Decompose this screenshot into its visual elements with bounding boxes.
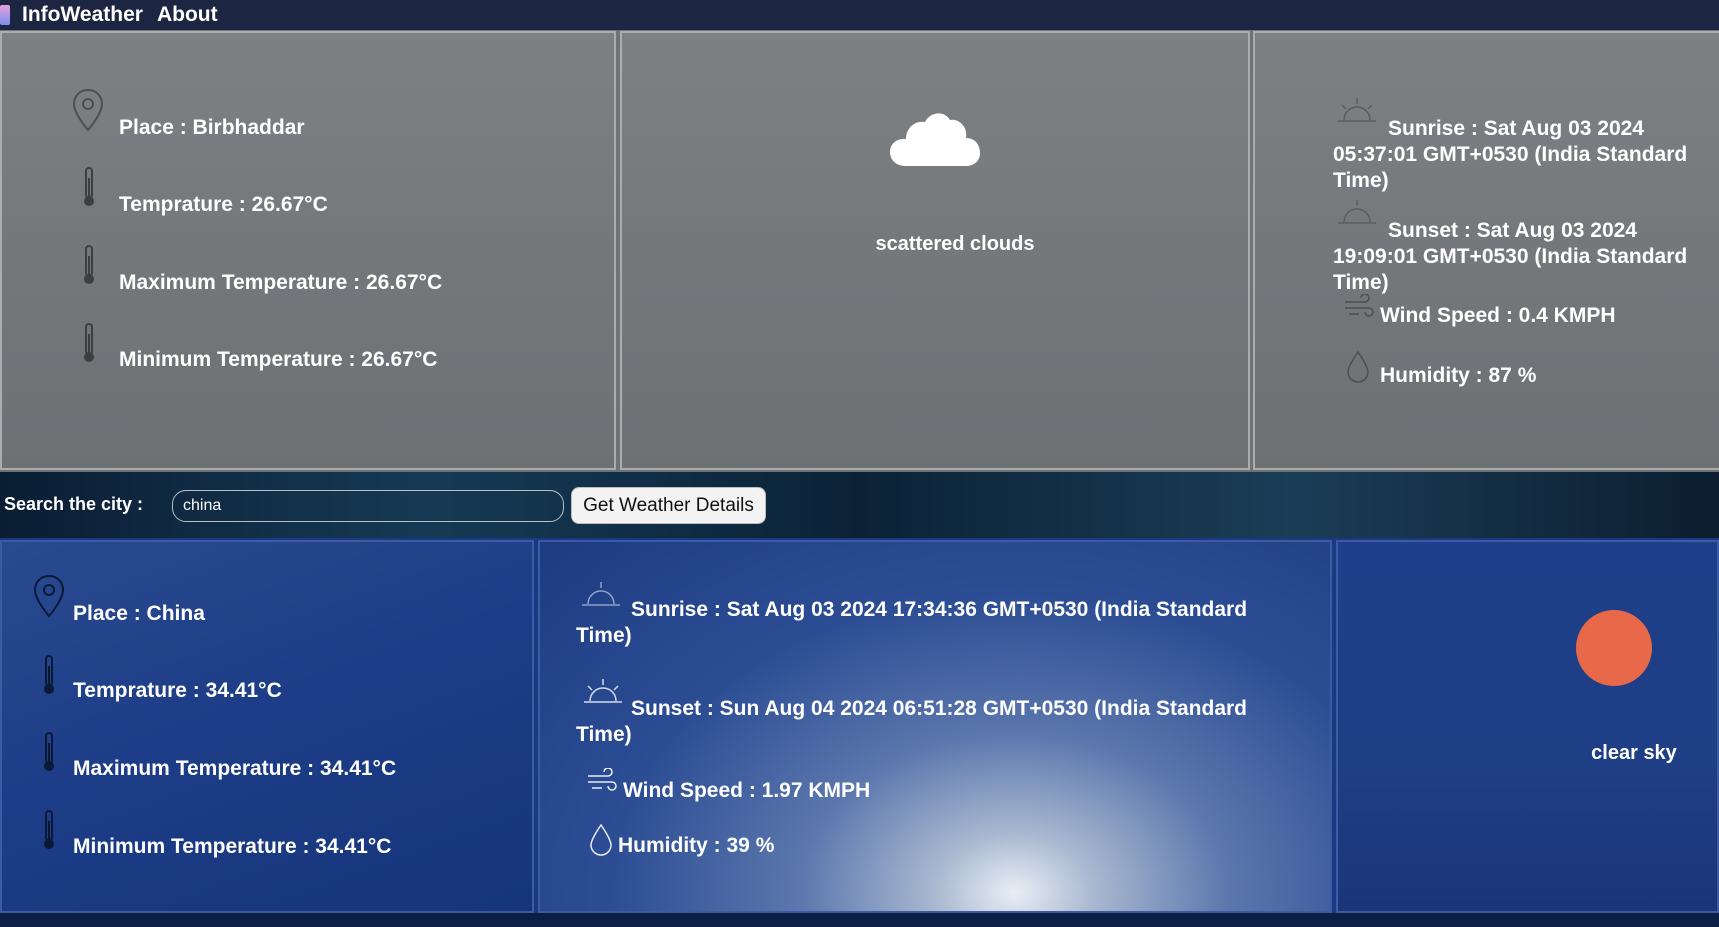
thermometer-icon: [84, 167, 94, 206]
current-sunrise: Sunrise : Sat Aug 03 2024 05:37:01 GMT+0…: [1333, 117, 1688, 192]
cloud-icon: [890, 113, 980, 166]
current-condition: scattered clouds: [875, 233, 1035, 255]
current-max-temperature: Maximum Temperature : 26.67°C: [119, 271, 443, 294]
result-sunrise: Sunrise : Sat Aug 03 2024 17:34:36 GMT+0…: [576, 598, 1248, 647]
current-temperature: Temprature : 26.67°C: [119, 193, 328, 216]
thermometer-icon: [44, 655, 54, 694]
location-pin-icon: [33, 574, 65, 618]
result-min-temperature: Minimum Temperature : 34.41°C: [73, 835, 392, 858]
result-wind: Wind Speed : 1.97 KMPH: [623, 779, 871, 802]
current-sunset: Sunset : Sat Aug 03 2024 19:09:01 GMT+05…: [1333, 219, 1688, 294]
result-condition: clear sky: [1591, 742, 1677, 764]
bottom-border: [0, 913, 1719, 927]
wind-icon: [588, 768, 617, 791]
result-condition-card: [1336, 540, 1719, 913]
result-humidity: Humidity : 39 %: [618, 834, 775, 857]
search-label: Search the city :: [4, 494, 144, 514]
current-place: Place : Birbhaddar: [119, 116, 305, 139]
wind-icon: [1345, 294, 1374, 317]
about-link[interactable]: About: [157, 3, 218, 27]
thermometer-icon: [44, 732, 54, 771]
location-pin-icon: [72, 88, 104, 132]
thermometer-icon: [84, 323, 94, 362]
city-search-input[interactable]: [172, 490, 564, 522]
brand-link[interactable]: InfoWeather: [22, 3, 143, 27]
current-wind: Wind Speed : 0.4 KMPH: [1380, 304, 1616, 327]
result-sunset: Sunset : Sun Aug 04 2024 06:51:28 GMT+05…: [576, 697, 1248, 746]
result-place: Place : China: [73, 602, 205, 625]
current-humidity: Humidity : 87 %: [1380, 364, 1537, 387]
droplet-icon: [1347, 350, 1369, 383]
result-max-temperature: Maximum Temperature : 34.41°C: [73, 757, 397, 780]
sun-icon: [1576, 610, 1652, 686]
current-min-temperature: Minimum Temperature : 26.67°C: [119, 348, 438, 371]
droplet-icon: [590, 823, 612, 856]
navbar: InfoWeather About: [0, 0, 1719, 30]
get-weather-button[interactable]: Get Weather Details: [571, 487, 766, 524]
thermometer-icon: [84, 245, 94, 284]
app-logo-icon: [0, 5, 10, 25]
thermometer-icon: [44, 810, 54, 849]
result-temperature: Temprature : 34.41°C: [73, 679, 282, 702]
